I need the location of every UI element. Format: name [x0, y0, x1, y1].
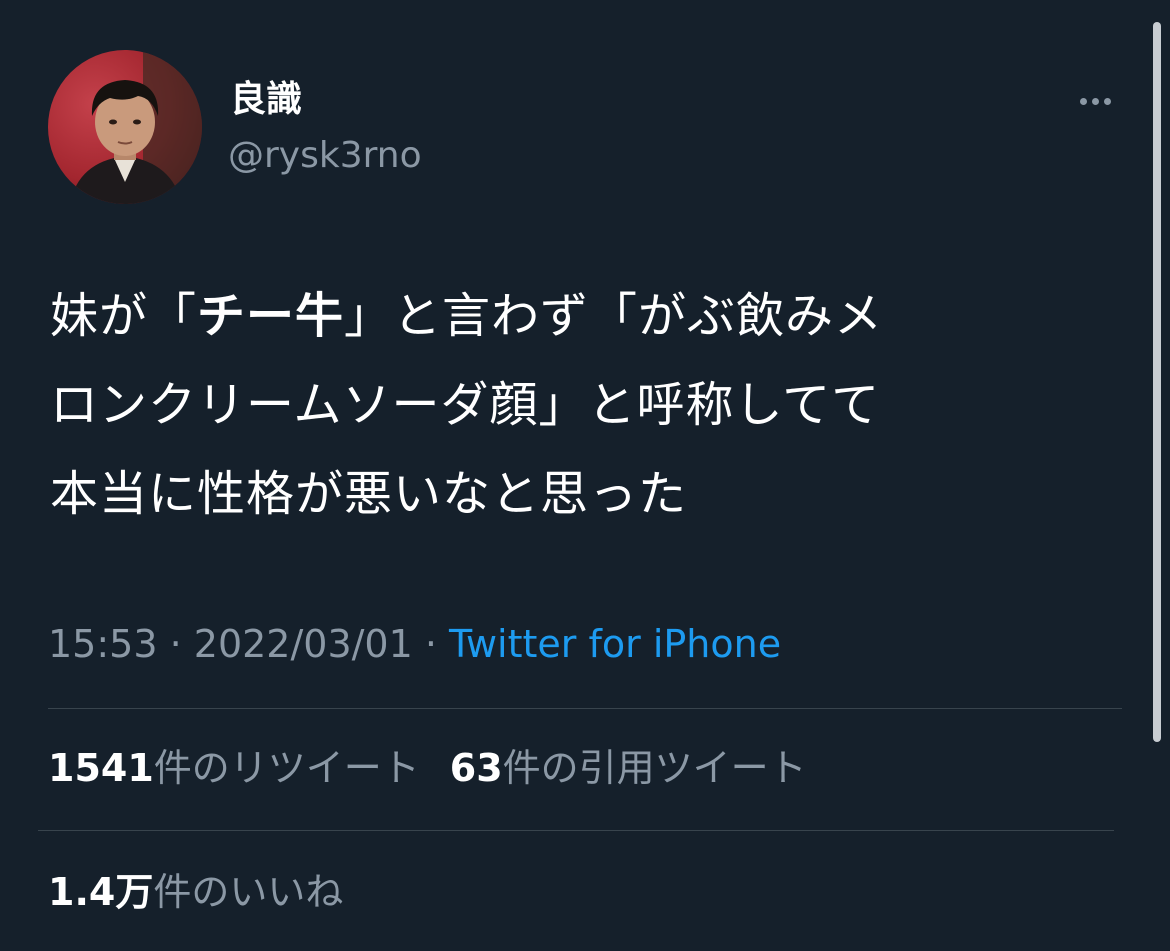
quotes-count: 63	[449, 746, 503, 790]
tweet-line-3: 本当に性格が悪いなと思った	[50, 466, 688, 522]
meta-separator: ·	[412, 622, 450, 666]
meta-separator: ·	[157, 622, 194, 666]
retweets-stat[interactable]: 1541件のリツイート	[48, 746, 420, 790]
tweet-detail-screen: 良識 @rysk3rno 妹が「チー牛」と言わず「がぶ飲みメ ロンクリームソーダ…	[0, 0, 1170, 951]
more-options-icon[interactable]	[1070, 86, 1120, 116]
profile-photo-icon	[48, 50, 202, 204]
avatar[interactable]	[48, 50, 202, 204]
dot	[1103, 97, 1111, 105]
likes-stat[interactable]: 1.4万件のいいね	[48, 866, 343, 918]
display-name[interactable]: 良識	[230, 76, 302, 124]
quote-tweets-stat[interactable]: 63件の引用ツイート	[450, 746, 807, 790]
divider	[48, 708, 1122, 709]
quotes-label: 件の引用ツイート	[502, 746, 807, 790]
dot	[1091, 97, 1099, 105]
tweet-time: 15:53	[48, 622, 158, 666]
tweet-source-link[interactable]: Twitter for iPhone	[449, 622, 781, 666]
user-handle[interactable]: @rysk3rno	[228, 134, 422, 178]
retweets-count: 1541	[48, 746, 154, 790]
likes-label: 件のいいね	[153, 870, 344, 914]
engagement-stats: 1541件のリツイート 63件の引用ツイート	[48, 742, 837, 794]
tweet-line-1-bold: チー牛	[197, 288, 345, 344]
tweet-line-1-post: 」と言わず「がぶ飲みメ	[344, 288, 884, 344]
tweet-meta: 15:53 · 2022/03/01 · Twitter for iPhone	[48, 620, 781, 668]
tweet-line-1-pre: 妹が「	[50, 288, 198, 344]
dot	[1079, 97, 1087, 105]
tweet-text: 妹が「チー牛」と言わず「がぶ飲みメ ロンクリームソーダ顔」と呼称してて 本当に性…	[50, 272, 1120, 539]
tweet-line-2: ロンクリームソーダ顔」と呼称してて	[50, 377, 881, 433]
tweet-date: 2022/03/01	[193, 622, 413, 666]
scrollbar[interactable]	[1153, 22, 1161, 742]
tweet-line-1: 妹が「チー牛」と言わず「がぶ飲みメ	[50, 288, 883, 344]
divider	[38, 830, 1114, 831]
retweets-label: 件のリツイート	[153, 746, 420, 790]
likes-count: 1.4万	[48, 870, 154, 914]
